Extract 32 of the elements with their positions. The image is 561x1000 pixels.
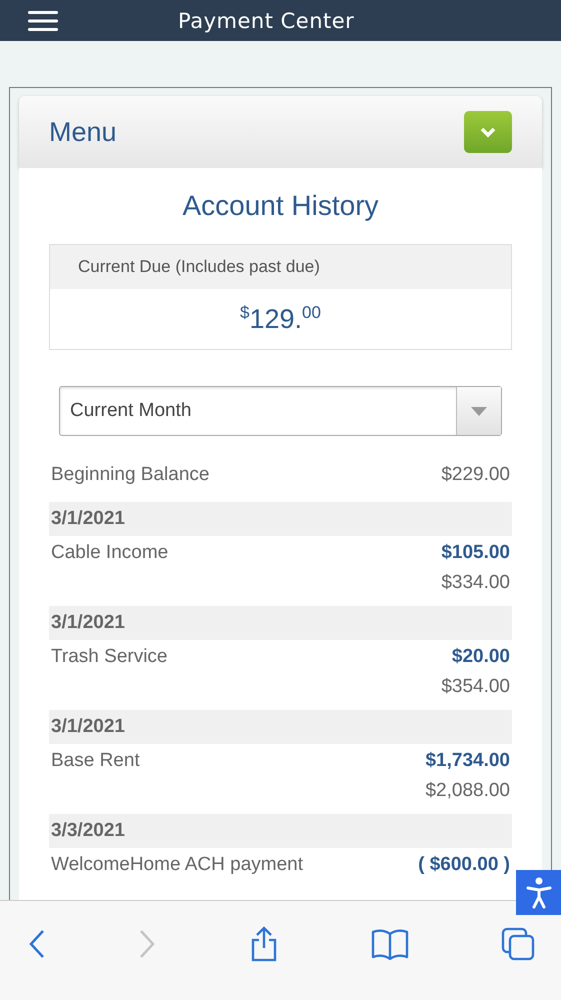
transaction-description: Trash Service	[51, 646, 168, 668]
page-title: Account History	[181, 190, 380, 222]
running-balance: $2,088.00	[425, 780, 510, 802]
transaction-amount: $105.00	[441, 542, 510, 564]
caret-icon	[471, 406, 487, 416]
beginning-balance-amount: $229.00	[441, 464, 510, 486]
header-title: Payment Center	[178, 8, 354, 32]
back-icon[interactable]	[28, 928, 46, 958]
transaction-description: WelcomeHome ACH payment	[51, 854, 304, 876]
transaction-description: Base Rent	[51, 750, 141, 772]
transaction-description: Cable Income	[51, 542, 170, 564]
running-balance: $354.00	[441, 676, 510, 698]
date-header: 3/3/2021	[49, 814, 512, 848]
date-header: 3/1/2021	[49, 710, 512, 744]
running-balance: $334.00	[441, 572, 510, 594]
tabs-icon[interactable]	[501, 926, 535, 960]
date-header: 3/1/2021	[49, 606, 512, 640]
menu-icon[interactable]	[28, 10, 58, 30]
transaction-amount: $20.00	[450, 646, 510, 668]
menu-title: Menu	[49, 116, 117, 148]
current-due-label: Current Due (Includes past due)	[50, 245, 511, 289]
date-header: 3/1/2021	[49, 502, 512, 536]
current-due-amount: $^{$}$129.$^{00}$	[239, 302, 322, 336]
period-select[interactable]: Current Month	[59, 386, 502, 436]
transaction-amount: $1,734.00	[425, 750, 510, 772]
beginning-balance-label: Beginning Balance	[51, 464, 210, 486]
book-icon[interactable]	[370, 928, 409, 960]
accessibility-button[interactable]	[516, 870, 561, 915]
accessibility-icon	[526, 876, 552, 908]
menu-toggle-button[interactable]	[464, 111, 512, 153]
chevron-down-icon	[480, 126, 496, 138]
transaction-amount: ( $600.00 )	[418, 854, 510, 876]
